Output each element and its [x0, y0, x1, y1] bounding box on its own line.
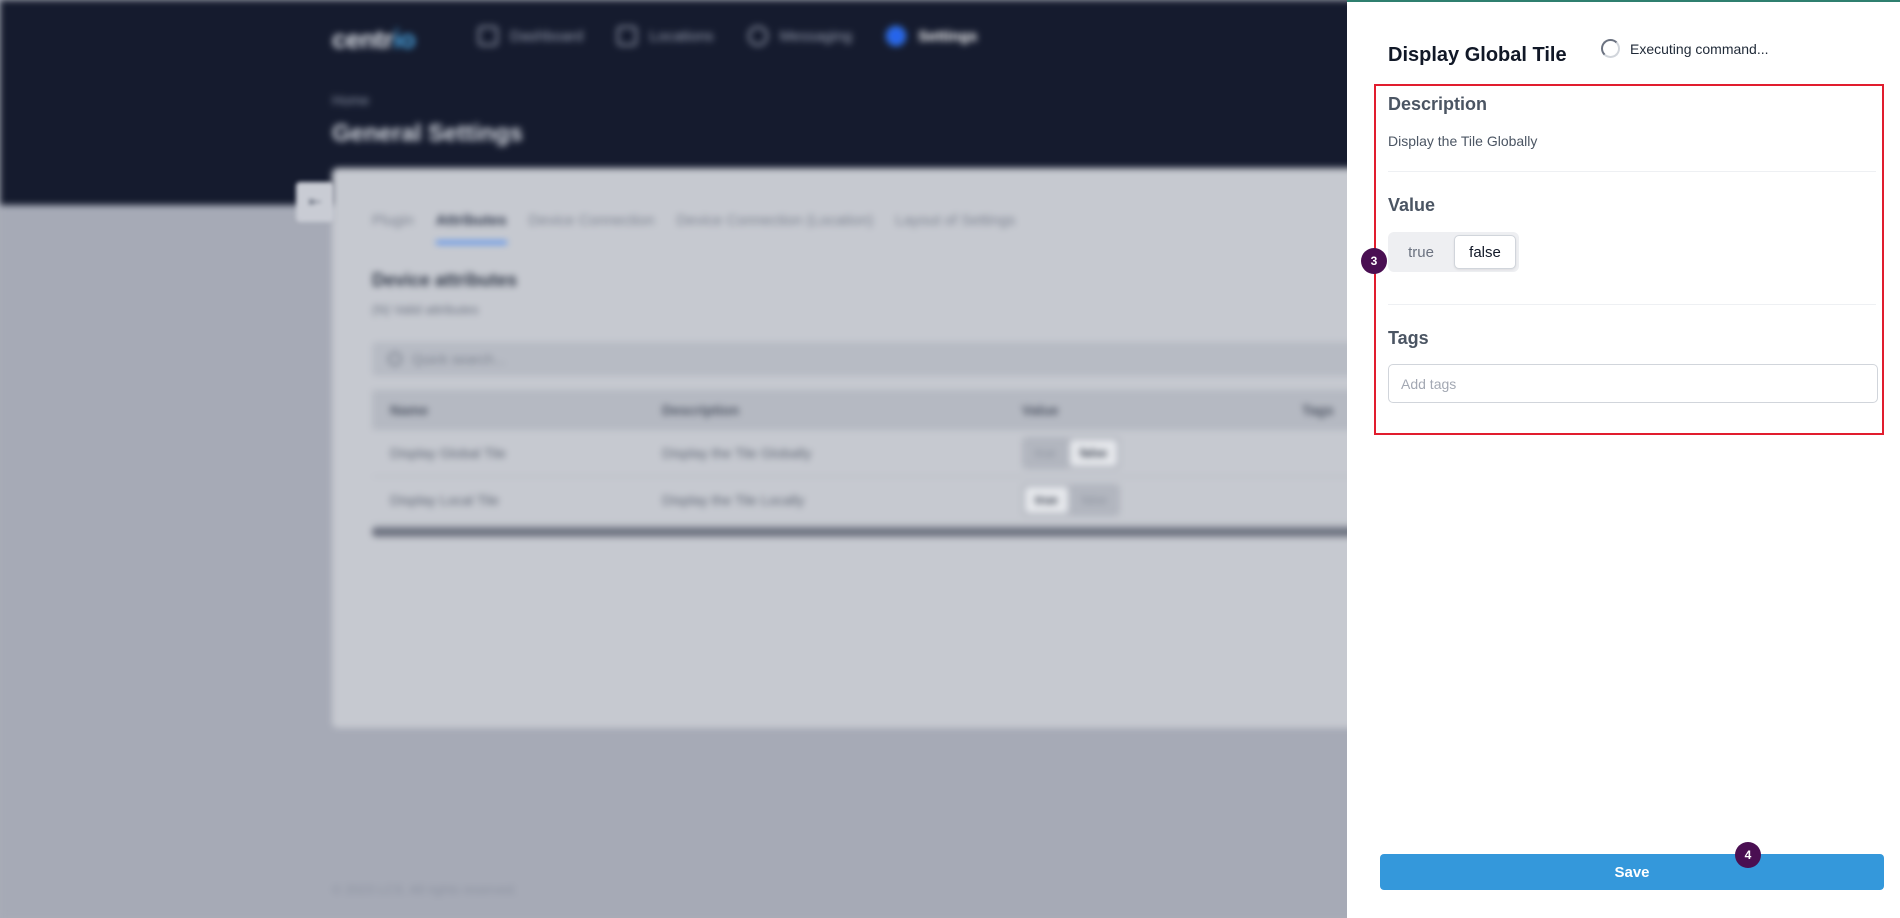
app-logo[interactable]: centrio [332, 24, 416, 55]
description-text: Display the Tile Globally [1388, 133, 1538, 149]
tags-input[interactable] [1388, 364, 1878, 403]
nav-item-messaging[interactable]: Messaging [747, 26, 853, 46]
column-header-value[interactable]: Value [1012, 402, 1292, 418]
nav-label: Settings [918, 27, 978, 45]
cell-value: true false [1012, 484, 1292, 516]
column-header-name[interactable]: Name [372, 402, 652, 418]
value-label: Value [1388, 195, 1436, 215]
divider [1388, 171, 1876, 172]
value-option-false[interactable]: false [1454, 235, 1516, 269]
value-toggle: true false [1022, 437, 1121, 469]
main-nav: Dashboard Locations Messaging Settings [478, 26, 977, 46]
section-subtitle: (N) Valid attributes [372, 302, 479, 317]
tab-device-connection[interactable]: Device Connection [529, 212, 655, 244]
value-toggle: true false [1022, 484, 1121, 516]
cell-name: Display Local Tile [390, 492, 499, 508]
sidebar-collapse-button[interactable]: ⇤ [296, 182, 334, 222]
tags-label: Tags [1388, 328, 1429, 348]
toggle-false[interactable]: false [1069, 440, 1118, 466]
status-text: Executing command... [1630, 40, 1769, 57]
value-toggle: true false [1388, 232, 1519, 272]
cell-description: Display the Tile Globally [662, 445, 812, 461]
save-button[interactable]: Save [1380, 854, 1884, 890]
nav-label: Messaging [779, 27, 853, 45]
settings-icon [886, 26, 907, 46]
tab-device-connection-location[interactable]: Device Connection (Location) [676, 212, 873, 244]
nav-item-locations[interactable]: Locations [617, 26, 714, 46]
breadcrumb[interactable]: Home [332, 92, 369, 108]
tab-layout-of-settings[interactable]: Layout of Settings [895, 212, 1015, 244]
nav-label: Locations [649, 27, 714, 45]
cell-name: Display Global Tile [390, 445, 506, 461]
column-header-description[interactable]: Description [652, 402, 1012, 418]
step-badge-3: 3 [1361, 248, 1387, 274]
nav-label: Dashboard [510, 27, 584, 45]
tab-attributes[interactable]: Attributes [435, 212, 507, 244]
toggle-true[interactable]: true [1025, 440, 1066, 466]
dashboard-icon [478, 26, 498, 46]
toggle-false[interactable]: false [1072, 487, 1117, 513]
settings-tabs: Plugin Attributes Device Connection Devi… [372, 212, 1015, 244]
tab-plugin[interactable]: Plugin [372, 212, 414, 244]
executing-status: Executing command... [1601, 39, 1769, 58]
nav-item-dashboard[interactable]: Dashboard [478, 26, 583, 46]
search-placeholder: Quick search... [412, 351, 506, 367]
toggle-true[interactable]: true [1025, 487, 1068, 513]
cell-value: true false [1012, 437, 1292, 469]
footer-copyright: © 2023 LCS. All rights reserved. [332, 882, 518, 897]
drawer-title: Display Global Tile [1388, 44, 1567, 66]
cell-description: Display the Tile Locally [662, 492, 805, 508]
value-option-true[interactable]: true [1391, 235, 1451, 269]
section-title: Device attributes [372, 270, 518, 290]
nav-item-settings[interactable]: Settings [886, 26, 977, 46]
page-title: General Settings [332, 120, 523, 147]
description-label: Description [1388, 94, 1488, 114]
divider [1388, 304, 1876, 305]
search-icon [388, 352, 402, 366]
chevron-left-icon: ⇤ [308, 194, 322, 211]
locations-icon [617, 26, 638, 46]
attribute-drawer: Display Global Tile Executing command...… [1347, 0, 1900, 918]
step-badge-4: 4 [1735, 842, 1761, 868]
spinner-icon [1601, 39, 1620, 58]
messaging-icon [747, 26, 768, 46]
